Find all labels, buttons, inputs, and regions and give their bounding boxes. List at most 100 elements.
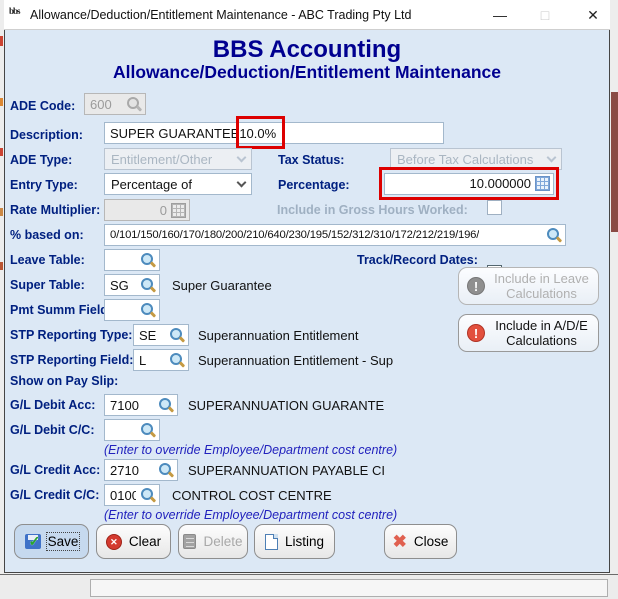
background-mark [0,36,3,46]
save-button-label: Save [48,534,79,549]
tax-status-label: Tax Status: [278,153,344,167]
save-button[interactable]: Save [14,524,89,559]
track-record-dates-label: Track/Record Dates: [357,253,478,267]
percentage-label: Percentage: [278,178,350,192]
description-field[interactable]: SUPER GUARANTEE 10.0% [104,122,444,144]
gl-debit-acc-field[interactable]: 7100 [104,394,178,416]
lookup-magnifier-icon[interactable] [158,397,174,413]
delete-cabinet-icon [183,534,196,549]
lookup-magnifier-icon[interactable] [158,462,174,478]
stp-reporting-field[interactable]: L [133,349,189,371]
include-gross-hours-label: Include in Gross Hours Worked: [277,203,468,217]
ade-type-dropdown: Entitlement/Other [104,148,252,170]
stp-reporting-field-value: L [139,353,146,368]
description-value: SUPER GUARANTEE [110,126,239,141]
close-cross-icon: ✖ [393,534,407,550]
app-title: BBS Accounting [4,36,610,64]
background-window-right-sliver [610,0,618,599]
clear-button-label: Clear [129,534,161,549]
super-table-field[interactable]: SG [104,274,160,296]
lookup-magnifier-icon[interactable] [546,227,562,243]
gl-credit-cc-field[interactable]: 0100 [104,484,160,506]
calculator-icon [171,203,186,218]
maximize-button: □ [530,4,560,26]
lookup-magnifier-icon[interactable] [140,277,156,293]
percentage-field[interactable]: 10.000000 [384,173,554,195]
lookup-magnifier-icon[interactable] [169,352,185,368]
gl-credit-cc-note: (Enter to override Employee/Department c… [104,508,397,522]
lookup-magnifier-icon[interactable] [140,422,156,438]
gl-debit-cc-field[interactable] [104,419,160,441]
save-disk-icon [25,534,41,549]
lookup-magnifier-icon[interactable] [140,302,156,318]
lookup-magnifier-icon[interactable] [140,252,156,268]
delete-button: Delete [178,524,248,559]
page-title: Allowance/Deduction/Entitlement Maintena… [4,62,610,83]
calculator-icon[interactable] [535,176,550,191]
close-button-label: Close [414,534,449,549]
stp-reporting-type-field[interactable]: SE [133,324,189,346]
background-window-maroon-sliver [611,92,618,232]
percent-based-on-field[interactable]: 0/101/150/160/170/180/200/210/640/230/19… [104,224,566,246]
listing-button[interactable]: Listing [254,524,335,559]
description-highlighted-value: 10.0% [239,126,276,141]
gl-credit-acc-label: G/L Credit Acc: [10,463,100,477]
gl-credit-acc-value: 2710 [110,463,139,478]
entry-type-dropdown[interactable]: Percentage of [104,173,252,195]
leave-table-field[interactable] [104,249,160,271]
ade-code-label: ADE Code: [10,99,75,113]
delete-button-label: Delete [203,534,242,549]
minimize-button[interactable]: — [485,4,515,26]
entry-type-value: Percentage of [111,177,238,192]
gl-debit-cc-label: G/L Debit C/C: [10,423,95,437]
rate-multiplier-field: 0 [104,199,190,221]
annotation-redbox-percentage: 10.000000 [379,167,559,200]
close-button[interactable]: ✖ Close [384,524,457,559]
window-title: Allowance/Deduction/Entitlement Maintena… [30,8,411,22]
gl-debit-cc-note: (Enter to override Employee/Department c… [104,443,397,457]
lookup-magnifier-icon[interactable] [140,487,156,503]
pmt-summ-field-label: Pmt Summ Field: [10,303,112,317]
background-status-bar [90,579,608,597]
include-gross-hours-checkbox [487,200,502,215]
close-window-button[interactable]: ✕ [578,4,608,26]
listing-page-icon [265,534,278,550]
show-on-pay-slip-label: Show on Pay Slip: [10,374,118,388]
gl-credit-cc-value: 0100 [110,488,136,503]
tax-status-value: Before Tax Calculations [397,152,548,167]
lookup-magnifier-icon[interactable] [169,327,185,343]
pmt-summ-field[interactable] [104,299,160,321]
gl-debit-acc-value: 7100 [110,398,139,413]
background-mark [0,208,3,216]
stp-reporting-type-description: Superannuation Entitlement [198,328,358,343]
exclamation-circle-icon: ! [467,277,485,295]
include-in-ade-calculations-label: Include in A/D/E Calculations [493,318,590,348]
include-in-ade-calculations-button[interactable]: ! Include in A/D/E Calculations [458,314,599,352]
ade-code-value: 600 [90,97,112,112]
app-logo-icon: bbs [9,7,26,23]
super-table-label: Super Table: [10,278,85,292]
exclamation-circle-icon: ! [467,324,485,342]
percentage-value: 10.000000 [390,176,531,191]
entry-type-label: Entry Type: [10,178,78,192]
gl-debit-acc-label: G/L Debit Acc: [10,398,95,412]
gl-credit-cc-description: CONTROL COST CENTRE [172,488,332,503]
percent-based-on-value: 0/101/150/160/170/180/200/210/640/230/19… [110,229,479,241]
clear-cross-circle-icon: ✕ [106,534,122,550]
gl-debit-acc-description: SUPERANNUATION GUARANTE [188,398,384,413]
chevron-down-icon [237,152,247,162]
super-table-value: SG [110,278,129,293]
rate-multiplier-label: Rate Multiplier: [10,203,100,217]
stp-reporting-type-label: STP Reporting Type: [10,328,132,342]
chevron-down-icon [547,152,557,162]
listing-button-label: Listing [285,534,324,549]
gl-credit-acc-field[interactable]: 2710 [104,459,178,481]
super-table-description: Super Guarantee [172,278,272,293]
gl-credit-acc-description: SUPERANNUATION PAYABLE CI [188,463,385,478]
background-mark [0,262,3,270]
rate-multiplier-value: 0 [110,203,167,218]
ade-type-value: Entitlement/Other [111,152,238,167]
lookup-magnifier-icon [126,96,142,112]
ade-code-field: 600 [84,93,146,115]
clear-button[interactable]: ✕ Clear [96,524,171,559]
